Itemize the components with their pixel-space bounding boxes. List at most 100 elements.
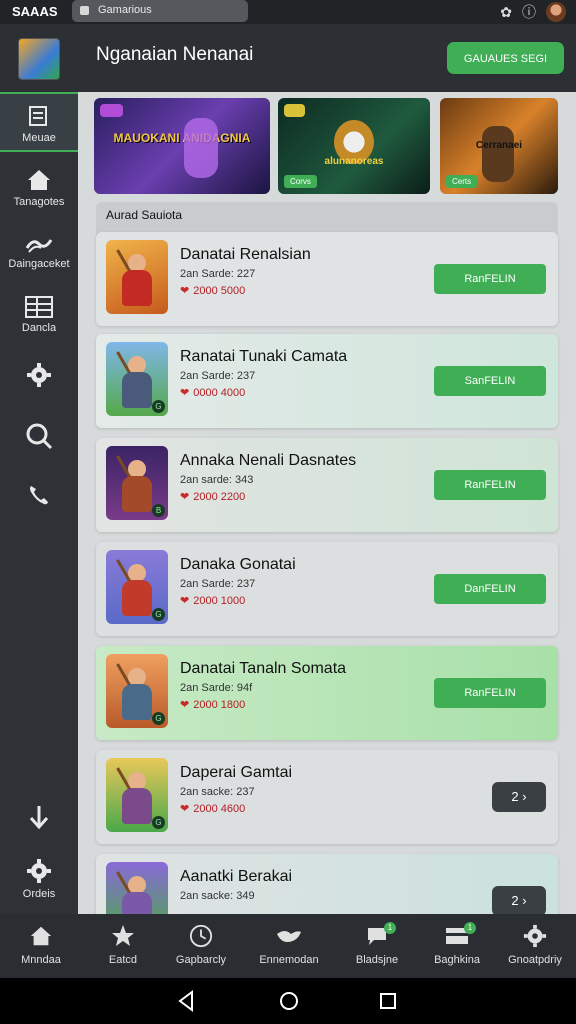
sidebar-item-search[interactable]	[0, 422, 78, 454]
game-price-value: 2000 1800	[193, 699, 246, 711]
heart-icon: ❤	[180, 491, 190, 503]
home-icon	[30, 926, 52, 946]
game-action-button[interactable]: RanFELIN	[434, 264, 546, 294]
puzzle-icon[interactable]: ✿	[500, 4, 512, 21]
game-row[interactable]: G Danatai Tanaln Somata 2an Sarde: 94f ❤…	[96, 646, 558, 740]
clock-icon	[189, 924, 213, 948]
header-action-button[interactable]: GAUAUES SEGI	[447, 42, 564, 74]
sidebar-item-label: Tanagotes	[13, 196, 65, 208]
sidebar-item-waves[interactable]: Daingaceket	[0, 234, 78, 270]
banner-title: alunanoreas	[324, 156, 384, 167]
banner-card[interactable]: Cerranaei Certs	[440, 98, 558, 194]
game-action-button[interactable]: SanFELIN	[434, 366, 546, 396]
game-price: ❤ 0000 4000	[180, 386, 245, 399]
game-row[interactable]: G Daperai Gamtai 2an sacke: 237 ❤ 2000 46…	[96, 750, 558, 844]
game-row[interactable]: Aanatki Berakai 2an sacke: 349 2 ›	[96, 854, 558, 914]
game-thumbnail: G	[106, 342, 168, 416]
bird-icon	[277, 931, 301, 942]
page-title: Nganaian Nenanai	[96, 44, 254, 65]
game-price-value: 0000 4000	[193, 387, 246, 399]
browser-tab[interactable]: Gamarious	[72, 0, 248, 22]
banner-card[interactable]: alunanoreas Corvs	[278, 98, 430, 194]
sidebar-item-grid[interactable]: Dancla	[0, 296, 78, 334]
game-price: ❤ 2000 5000	[180, 284, 245, 297]
game-action-button[interactable]: RanFELIN	[434, 678, 546, 708]
tab-label: Gapbarcly	[175, 954, 227, 966]
home-circle-icon[interactable]	[278, 990, 300, 1012]
tab-label: Ennemodan	[259, 954, 319, 966]
game-row[interactable]: Danatai Renalsian 2an Sarde: 227 ❤ 2000 5…	[96, 232, 558, 326]
notification-badge: 1	[464, 922, 476, 934]
gear-icon	[27, 363, 51, 387]
sidebar-item-menu[interactable]: Meuae	[0, 92, 78, 152]
game-subtitle: 2an Sarde: 227	[180, 268, 256, 280]
game-row[interactable]: G Ranatai Tunaki Camata 2an Sarde: 237 ❤…	[96, 334, 558, 428]
banner-card[interactable]: MAUOKANI ANIDAGNIA	[94, 98, 270, 194]
game-row[interactable]: B Annaka Nenali Dasnates 2an sarde: 343 …	[96, 438, 558, 532]
game-price: ❤ 2000 4600	[180, 802, 245, 815]
tab-gameplay[interactable]: Gapbarcly	[160, 924, 242, 966]
banner-hero	[482, 126, 514, 182]
banner-tag	[284, 104, 305, 117]
info-icon[interactable]: ⓘ	[522, 2, 536, 22]
tab-label: Bladsjne	[355, 954, 399, 966]
recents-icon[interactable]	[378, 990, 398, 1012]
grid-icon	[25, 296, 53, 318]
status-bar: SAAAS Gamarious ✿ ⓘ	[0, 0, 576, 24]
game-badge: G	[152, 608, 165, 621]
banner-title: Cerranaei	[475, 140, 523, 151]
sidebar-item-home[interactable]: Tanagotes	[0, 168, 78, 208]
game-badge: G	[152, 712, 165, 725]
sidebar-item-orders[interactable]: Ordeis	[0, 858, 78, 900]
chevron-right-icon: ›	[522, 789, 527, 804]
phone-icon	[30, 486, 48, 505]
heart-icon: ❤	[180, 699, 190, 711]
tab-featured[interactable]: Eatcd	[82, 924, 164, 966]
game-title: Danaka Gonatai	[180, 556, 296, 573]
game-page-button[interactable]: 2 ›	[492, 886, 546, 914]
heart-icon: ❤	[180, 595, 190, 607]
tab-label: Eatcd	[108, 954, 138, 966]
game-thumbnail	[106, 240, 168, 314]
bottom-tab-bar: Mnndaa Eatcd Gapbarcly Ennemodan 1 Blads…	[0, 914, 576, 978]
tab-settings[interactable]: Gnoatpdriy	[494, 924, 576, 966]
sidebar-item-settings[interactable]	[0, 362, 78, 392]
game-page-button[interactable]: 2 ›	[492, 782, 546, 812]
tab-home[interactable]: Mnndaa	[0, 924, 82, 966]
banner-hero	[184, 118, 218, 178]
status-icons: ✿ ⓘ	[500, 2, 566, 22]
sidebar-item-phone[interactable]	[0, 482, 78, 512]
sidebar: Meuae Tanagotes Daingaceket Dancla Ordei…	[0, 92, 78, 914]
game-action-button[interactable]: DanFELIN	[434, 574, 546, 604]
tab-cards[interactable]: 1 Baghkina	[416, 922, 498, 966]
tab-title: Gamarious	[98, 4, 152, 16]
game-price-value: 2000 5000	[193, 285, 246, 297]
game-subtitle: 2an Sarde: 237	[180, 578, 256, 590]
game-thumbnail: G	[106, 758, 168, 832]
game-title: Ranatai Tunaki Camata	[180, 348, 348, 365]
back-icon[interactable]	[176, 990, 196, 1012]
game-title: Annaka Nenali Dasnates	[180, 452, 357, 469]
waves-icon	[25, 239, 53, 253]
section-title: Aurad Sauiota	[106, 208, 183, 222]
tab-messages[interactable]: 1 Bladsjne	[336, 922, 418, 966]
game-thumbnail: G	[106, 654, 168, 728]
game-thumbnail	[106, 862, 168, 914]
home-icon	[28, 170, 50, 190]
game-badge: G	[152, 816, 165, 829]
game-price-value: 2000 1000	[193, 595, 246, 607]
game-title: Danatai Tanaln Somata	[180, 660, 347, 677]
tab-label: Gnoatpdriy	[508, 954, 562, 966]
document-icon	[29, 106, 47, 126]
notification-badge: 1	[384, 922, 396, 934]
game-title: Danatai Renalsian	[180, 246, 311, 263]
arrow-down-icon	[29, 806, 49, 830]
tab-social[interactable]: Ennemodan	[248, 924, 330, 966]
app-logo	[18, 38, 60, 80]
avatar[interactable]	[546, 2, 566, 22]
banner-badge: Certs	[446, 175, 478, 188]
game-price: ❤ 2000 2200	[180, 490, 245, 503]
game-row[interactable]: G Danaka Gonatai 2an Sarde: 237 ❤ 2000 10…	[96, 542, 558, 636]
sidebar-item-download[interactable]	[0, 804, 78, 834]
game-action-button[interactable]: RanFELIN	[434, 470, 546, 500]
